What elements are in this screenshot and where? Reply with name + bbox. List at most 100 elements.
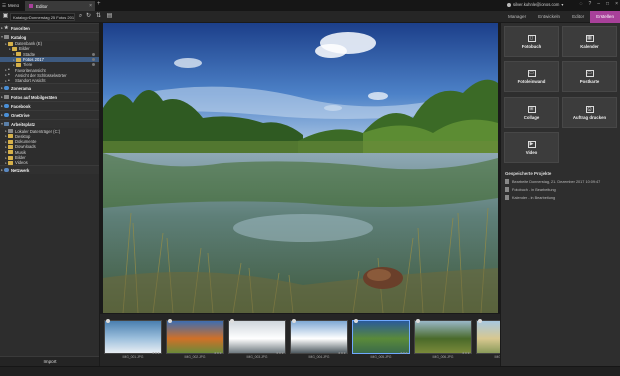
folder-icon xyxy=(8,160,13,165)
thumbnail-image xyxy=(166,320,224,354)
sidebar-section-network[interactable]: ▸ Netzwerk xyxy=(0,165,99,175)
help-icon[interactable]: ? xyxy=(588,1,591,7)
book-icon: ▯ xyxy=(527,34,536,42)
notification-icon[interactable]: ◌ xyxy=(580,1,583,7)
import-button[interactable]: Import xyxy=(0,356,99,366)
drive-icon xyxy=(8,129,13,134)
info-badge-icon xyxy=(168,319,172,323)
filmstrip-thumbnail[interactable]: ★★★ IMG_004.JPG xyxy=(290,319,348,360)
tile-label: Fotoleinwand xyxy=(517,78,546,84)
tab-erstellen[interactable]: Erstellen xyxy=(590,11,620,23)
tile-collage[interactable]: ⊞ Collage xyxy=(504,97,559,128)
calendar-icon: ▦ xyxy=(585,34,594,42)
tab-editor[interactable]: Editor × xyxy=(25,1,95,11)
folder-icon xyxy=(8,150,13,155)
close-tab-icon[interactable]: × xyxy=(89,3,92,9)
sidebar-section-item[interactable]: ▾ Arbeitsplatz xyxy=(0,119,99,129)
sidebar-section-label: Arbeitsplatz xyxy=(11,121,35,127)
sidebar-section-katalog[interactable]: ▾ Katalog xyxy=(0,32,99,41)
create-panel: ▯ Fotobuch ▦ Kalender ▭ Fotoleinwand ▭ P… xyxy=(500,23,620,366)
filmstrip-thumbnail[interactable]: ★★★ IMG_002.JPG xyxy=(166,319,224,360)
maximize-icon[interactable]: □ xyxy=(606,1,609,7)
project-icon xyxy=(505,195,509,200)
sync-status-icon xyxy=(92,63,95,67)
rating-stars-icon[interactable]: ★★★ xyxy=(400,351,408,355)
chevron-down-icon: ▾ xyxy=(561,2,564,7)
info-badge-icon xyxy=(354,319,358,323)
folder-icon xyxy=(8,134,13,139)
tile-video[interactable]: ▶ Video xyxy=(504,132,559,163)
rating-stars-icon[interactable]: ★★★ xyxy=(462,351,470,355)
view-icon: • xyxy=(8,77,10,84)
filmstrip-thumbnail[interactable]: ★★★ IMG_006.JPG xyxy=(414,319,472,360)
minimize-icon[interactable]: – xyxy=(597,1,600,7)
tab-manager[interactable]: Manager xyxy=(502,11,532,23)
project-item[interactable]: Fotobuch - in Bearbeitung xyxy=(505,187,556,192)
project-label: Bearbeite Donnerstag, 21. Dezember 2017 … xyxy=(512,179,601,184)
folder-icon xyxy=(16,52,21,57)
catalog-tree: ▸ Datenbank (E) ▸ Bilder ▸ Städte ▸ Fotos 2017 ▸… xyxy=(0,41,99,83)
sidebar-section-label: Fotos auf Mobilgeräten xyxy=(11,94,58,100)
sidebar-section-item[interactable]: ▸ Facebook xyxy=(0,101,99,111)
project-item[interactable]: Bearbeite Donnerstag, 21. Dezember 2017 … xyxy=(505,179,600,184)
path-field[interactable] xyxy=(10,13,75,21)
tab-editor[interactable]: Editor xyxy=(566,11,590,23)
rating-stars-icon[interactable]: ★★★ xyxy=(214,351,222,355)
folder-icon xyxy=(16,62,21,67)
sidebar-section-label: Katalog xyxy=(11,34,27,40)
rating-stars-icon[interactable]: ★★★ xyxy=(152,351,160,355)
thumbnail-caption: IMG_007.JPG xyxy=(494,355,500,359)
sort-icon[interactable]: ⇅ xyxy=(95,13,102,20)
project-item[interactable]: Kalender - in Bearbeitung xyxy=(505,195,555,200)
tile-label: Auftrag drucken xyxy=(572,114,607,120)
tab-editor-label: Editor xyxy=(36,3,48,9)
tile-fotobuch[interactable]: ▯ Fotobuch xyxy=(504,26,559,57)
thumbnail-image xyxy=(352,320,410,354)
menu-button[interactable]: ☰ Menü xyxy=(2,2,19,9)
rating-stars-icon[interactable]: ★★★ xyxy=(276,351,284,355)
tile-kalender[interactable]: ▦ Kalender xyxy=(562,26,617,57)
tile-label: Kalender xyxy=(580,43,599,49)
search-icon[interactable]: ⌕ xyxy=(77,13,84,20)
folder-icon xyxy=(8,41,13,46)
thumbnail-caption: IMG_004.JPG xyxy=(308,355,330,359)
sidebar-section-item[interactable]: ▸ Zonerama xyxy=(0,83,99,93)
tile-fotoleinwand[interactable]: ▭ Fotoleinwand xyxy=(504,61,559,92)
new-folder-icon[interactable]: ▤ xyxy=(106,13,113,20)
filmstrip-thumbnail[interactable]: ★★★IMG_007.JPG xyxy=(476,319,500,360)
filmstrip-thumbnail[interactable]: ★★★ IMG_005.JPG xyxy=(352,319,410,360)
folder-icon xyxy=(8,155,13,160)
filmstrip: ★★★ IMG_001.JPG ★★★ IMG_002.JPG ★★★ IMG_003.J… xyxy=(100,313,500,366)
project-label: Fotobuch - in Bearbeitung xyxy=(512,187,556,192)
rating-stars-icon[interactable]: ★★★ xyxy=(338,351,346,355)
photo-preview[interactable] xyxy=(100,23,500,313)
thumbnail-caption: IMG_001.JPG xyxy=(122,355,144,359)
user-account[interactable]: silver.kuhnle@ionos.com ▾ xyxy=(507,2,564,7)
thumbnail-image xyxy=(290,320,348,354)
thumbnail-image xyxy=(104,320,162,354)
tile-postkarte[interactable]: ▭ Postkarte xyxy=(562,61,617,92)
close-window-icon[interactable]: × xyxy=(615,1,618,7)
sidebar-section-label: Zonerama xyxy=(11,85,32,91)
view-icon: • xyxy=(8,72,10,79)
thumbnail-image xyxy=(414,320,472,354)
filmstrip-thumbnail[interactable]: ★★★ IMG_003.JPG xyxy=(228,319,286,360)
project-label: Kalender - in Bearbeitung xyxy=(512,195,556,200)
lake-photo xyxy=(103,23,498,313)
info-badge-icon xyxy=(416,319,420,323)
sidebar-section-favoriten[interactable]: ▸ ★ Favoriten xyxy=(0,23,99,32)
sidebar-section-item[interactable]: ▸ OneDrive xyxy=(0,110,99,120)
filmstrip-thumbnail[interactable]: ★★★ IMG_001.JPG xyxy=(104,319,162,360)
mode-tabs: Manager Entwickeln Editor Erstellen xyxy=(502,11,620,23)
sidebar-section-item[interactable]: ▸ Fotos auf Mobilgeräten xyxy=(0,92,99,102)
refresh-icon[interactable]: ↻ xyxy=(85,13,92,20)
user-email: silver.kuhnle@ionos.com xyxy=(513,2,560,7)
sync-status-icon xyxy=(92,52,95,56)
toolbar: ▣ ⌕ ↻ ⇅ ▤ Manager Entwickeln Editor Erst… xyxy=(0,11,620,23)
thumbnail-caption: IMG_002.JPG xyxy=(184,355,206,359)
tile-auftrag-drucken[interactable]: ⎙ Auftrag drucken xyxy=(562,97,617,128)
folder-icon xyxy=(12,46,17,51)
tab-entwickeln[interactable]: Entwickeln xyxy=(532,11,566,23)
folder-nav-icon[interactable]: ▣ xyxy=(2,13,9,20)
new-tab-button[interactable]: + xyxy=(97,1,101,7)
